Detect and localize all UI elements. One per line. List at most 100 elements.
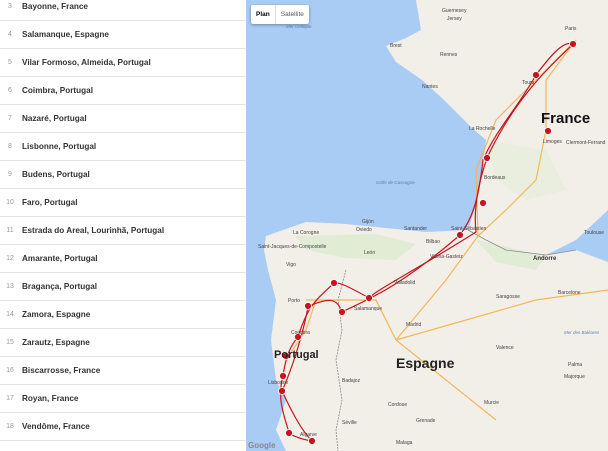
stop-name: Zamora, Espagne [22, 310, 91, 319]
stop-name: Nazaré, Portugal [22, 114, 87, 123]
stop-marker [285, 429, 293, 437]
stop-marker [569, 40, 577, 48]
place-label: Coimbra [291, 330, 310, 336]
country-label-france: France [541, 110, 591, 127]
place-label: Algarve [300, 432, 317, 438]
stop-list-item[interactable]: 3 Bayonne, France [0, 0, 246, 21]
place-label: Saragosse [496, 294, 520, 300]
sea-label: Golfe de Gascogne [376, 180, 415, 185]
place-label: Porto [288, 298, 300, 304]
stop-list-item[interactable]: 9 Budens, Portugal [0, 161, 246, 189]
stop-number: 9 [8, 171, 12, 178]
place-label: Guernesey [442, 8, 467, 14]
stop-marker [278, 387, 286, 395]
place-label: Santander [404, 226, 428, 232]
stop-name: Salamanque, Espagne [22, 30, 109, 39]
place-label: Saint-Sébastien [451, 226, 487, 232]
stop-marker [456, 231, 464, 239]
map-type-satellite-button[interactable]: Satellite [276, 5, 309, 24]
place-label: Salamanque [354, 306, 383, 312]
place-label: Barcelone [558, 290, 581, 296]
place-label: Toulouse [584, 230, 605, 236]
stop-name: Estrada do Areal, Lourinhã, Portugal [22, 226, 165, 235]
stop-name: Faro, Portugal [22, 198, 78, 207]
place-label: Gijón [362, 219, 374, 225]
stop-list-item[interactable]: 14 Zamora, Espagne [0, 301, 246, 329]
stop-name: Biscarrosse, France [22, 366, 101, 375]
place-label: Nantes [422, 84, 438, 90]
stop-name: Bragança, Portugal [22, 282, 98, 291]
place-label: Clermont-Ferrand [566, 140, 606, 146]
france-landmass [386, 0, 608, 255]
sea-label: Mer Celtique [286, 24, 312, 29]
stop-list-item[interactable]: 5 Vilar Formoso, Almeida, Portugal [0, 49, 246, 77]
stop-number: 5 [8, 59, 12, 66]
place-label: Valladolid [394, 280, 416, 286]
stop-list-item[interactable]: 12 Amarante, Portugal [0, 245, 246, 273]
place-label: Badajoz [342, 378, 361, 384]
stop-name: Budens, Portugal [22, 170, 90, 179]
map-type-plan-button[interactable]: Plan [251, 5, 275, 24]
place-label: Bordeaux [484, 175, 506, 181]
place-label: Grenade [416, 418, 436, 424]
stop-marker [532, 71, 540, 79]
place-label: Bilbao [426, 239, 440, 245]
stop-list-item[interactable]: 16 Biscarrosse, France [0, 357, 246, 385]
stop-number: 17 [6, 395, 14, 402]
place-label: Majorque [564, 374, 585, 380]
stop-name: Lisbonne, Portugal [22, 142, 97, 151]
stop-number: 12 [6, 255, 14, 262]
stop-number: 11 [6, 227, 14, 234]
place-label: Oviedo [356, 227, 372, 233]
stop-number: 14 [6, 311, 14, 318]
place-label: Brest [390, 43, 402, 49]
stop-number: 7 [8, 115, 12, 122]
stop-number: 3 [8, 3, 12, 10]
map-type-control: Plan Satellite [251, 5, 309, 24]
stop-list-item[interactable]: 7 Nazaré, Portugal [0, 105, 246, 133]
google-attribution: Google [248, 441, 276, 450]
stop-name: Amarante, Portugal [22, 254, 98, 263]
stop-number: 10 [6, 199, 14, 206]
stop-list-item[interactable]: 8 Lisbonne, Portugal [0, 133, 246, 161]
place-label: Séville [342, 420, 357, 426]
stop-number: 18 [6, 423, 14, 430]
place-label: Saint-Jacques-de-Compostelle [258, 244, 327, 250]
stop-name: Royan, France [22, 394, 79, 403]
stop-list-item[interactable]: 10 Faro, Portugal [0, 189, 246, 217]
place-label: Paris [565, 26, 577, 32]
place-label: Tours [522, 80, 535, 86]
stop-number: 4 [8, 31, 12, 38]
place-label: Cordoue [388, 402, 408, 408]
place-label: Madrid [406, 322, 422, 328]
place-label: Jersey [447, 16, 462, 22]
place-label: Vigo [286, 262, 296, 268]
sea-label: Mer des Baléares [564, 330, 600, 335]
place-label: Palma [568, 362, 583, 368]
stop-list-item[interactable]: 17 Royan, France [0, 385, 246, 413]
stop-list-item[interactable]: 18 Vendôme, France [0, 413, 246, 441]
stop-name: Vendôme, France [22, 422, 90, 431]
stop-number: 16 [6, 367, 14, 374]
stop-number: 8 [8, 143, 12, 150]
place-label: Vitoria-Gasteiz [430, 254, 463, 260]
stop-list-item[interactable]: 11 Estrada do Areal, Lourinhã, Portugal [0, 217, 246, 245]
stop-list-item[interactable]: 6 Coimbra, Portugal [0, 77, 246, 105]
country-label-portugal: Portugal [274, 349, 319, 361]
place-label: La Rochelle [469, 126, 496, 132]
place-label: León [364, 250, 376, 256]
map[interactable]: Plan Satellite Guernesey Jersey Mer Celt… [246, 0, 608, 451]
stop-list-item[interactable]: 15 Zarautz, Espagne [0, 329, 246, 357]
place-label: Rennes [440, 52, 458, 58]
place-label: Limoges [543, 139, 562, 145]
stop-marker [479, 199, 487, 207]
place-label: Lisbonne [268, 380, 289, 386]
place-label: Malaga [396, 440, 413, 446]
stop-list-item[interactable]: 13 Bragança, Portugal [0, 273, 246, 301]
stop-name: Zarautz, Espagne [22, 338, 90, 347]
stop-name: Bayonne, France [22, 2, 88, 11]
stop-marker [330, 279, 338, 287]
stop-list-item[interactable]: 4 Salamanque, Espagne [0, 21, 246, 49]
stop-number: 13 [6, 283, 14, 290]
place-label: La Corogne [293, 230, 320, 236]
